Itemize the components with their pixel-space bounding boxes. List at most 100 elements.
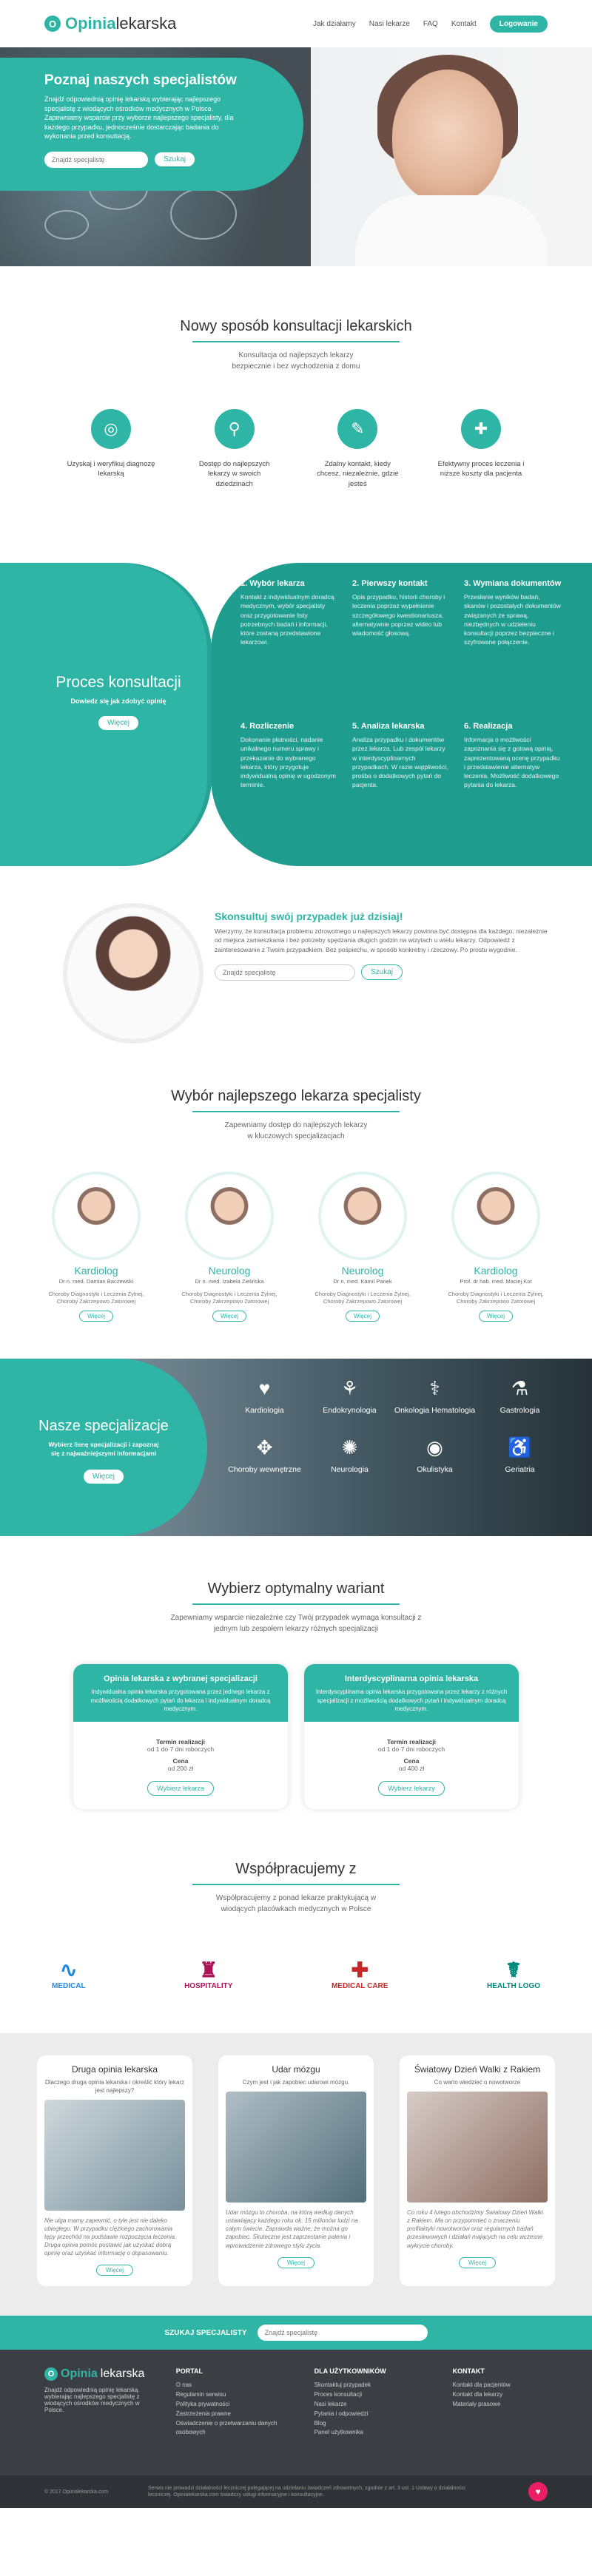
partner-logo[interactable]: ✚ MEDICAL CARE bbox=[332, 1958, 388, 1990]
variants-subtitle: Zapewniamy wsparcie niezależnie czy Twój… bbox=[170, 1614, 422, 1634]
footer-link[interactable]: Proces konsultacji bbox=[314, 2390, 423, 2400]
specialization-gastrology[interactable]: ⚗ Gastrologia bbox=[477, 1373, 562, 1415]
title-underline bbox=[192, 1883, 400, 1885]
consult-text: Wierzymy, że konsultacja problemu zdrowo… bbox=[215, 927, 548, 953]
consult-search-input[interactable] bbox=[215, 964, 355, 981]
footer-logo[interactable]: O Opinia lekarska bbox=[44, 2367, 147, 2381]
intro-subtitle: Konsultacja od najlepszych lekarzy bezpi… bbox=[232, 351, 360, 371]
footer-link[interactable]: Blog bbox=[314, 2419, 423, 2429]
doctor-photo bbox=[451, 1171, 540, 1260]
specializations-title: Nasze specjalizacje bbox=[38, 1418, 169, 1435]
hero-search-input[interactable] bbox=[44, 151, 148, 168]
footer-portal: PORTAL O nas Regulamin serwisu Polityka … bbox=[176, 2367, 285, 2458]
doctor-specialty: Kardiolog bbox=[474, 1264, 518, 1277]
pulse-icon: ∿ bbox=[60, 1958, 78, 1981]
article-more-button[interactable]: Więcej bbox=[277, 2256, 314, 2268]
specializations-grid: ♥ Kardiologia ⚘ Endokrynologia ⚕ Onkologia … bbox=[222, 1373, 562, 1474]
building-icon: ♜ bbox=[199, 1958, 218, 1981]
specialization-endocrinology[interactable]: ⚘ Endokrynologia bbox=[307, 1373, 392, 1415]
specialization-ophthalmology[interactable]: ◉ Okulistyka bbox=[392, 1433, 477, 1474]
nav-link-contact[interactable]: Kontakt bbox=[451, 20, 477, 28]
nav-link-how-it-works[interactable]: Jak działamy bbox=[313, 20, 356, 28]
doctor-more-button[interactable]: Więcej bbox=[345, 1311, 380, 1322]
doctor-card: Neurolog Dr n. med. Izabela Zielińska Ch… bbox=[178, 1171, 281, 1322]
article-title[interactable]: Udar mózgu bbox=[226, 2064, 366, 2075]
footer-link[interactable]: Skontaktuj przypadek bbox=[314, 2381, 423, 2390]
footer-link[interactable]: Panel użytkownika bbox=[314, 2428, 423, 2438]
nav-link-faq[interactable]: FAQ bbox=[423, 20, 438, 28]
doctor-name: Dr n. med. Damian Baczewski bbox=[58, 1277, 134, 1285]
logo-text-bold: Opinia bbox=[65, 14, 116, 33]
process-steps: 1. Wybór lekarza Kontakt z indywidualnym … bbox=[211, 562, 592, 866]
doctor-card: Kardiolog Prof. dr hab. med. Maciej Kot … bbox=[444, 1171, 548, 1322]
specialization-geriatrics[interactable]: ♿ Geriatria bbox=[477, 1433, 562, 1474]
heart-icon[interactable]: ♥ bbox=[528, 2482, 548, 2502]
intro-title: Nowy sposób konsultacji lekarskich bbox=[180, 318, 412, 334]
choose-doctors-button[interactable]: Wybierz lekarzy bbox=[378, 1780, 445, 1796]
nav-link-doctors[interactable]: Nasi lekarze bbox=[369, 20, 410, 28]
doctor-photo bbox=[318, 1171, 407, 1260]
doctor-more-button[interactable]: Więcej bbox=[212, 1311, 246, 1322]
footer-link[interactable]: O nas bbox=[176, 2381, 285, 2390]
footer-link[interactable]: Polityka prywatności bbox=[176, 2400, 285, 2410]
specializations-more-button[interactable]: Więcej bbox=[82, 1469, 124, 1485]
feature-label: Efektywny proces leczenia i niższe koszt… bbox=[437, 460, 525, 479]
hero-section: Poznaj naszych specjalistów Znajdź odpow… bbox=[0, 47, 592, 266]
process-step: 4. Rozliczenie Dokonanie płatności, nadan… bbox=[240, 721, 336, 789]
footer-link[interactable]: Pytania i odpowiedzi bbox=[314, 2410, 423, 2419]
doctor-more-button[interactable]: Więcej bbox=[478, 1311, 513, 1322]
article-image bbox=[44, 2099, 185, 2211]
hero-search-button[interactable]: Szukaj bbox=[154, 152, 196, 168]
hero-search: Szukaj bbox=[44, 151, 259, 168]
site-header: O Opinialekarska Jak działamy Nasi lekar… bbox=[0, 0, 592, 47]
choose-doctor-button[interactable]: Wybierz lekarza bbox=[147, 1780, 214, 1796]
specialization-cardiology[interactable]: ♥ Kardiologia bbox=[222, 1373, 307, 1415]
medicine-icon: ✚ bbox=[460, 409, 501, 449]
footer-link[interactable]: Regulamin serwisu bbox=[176, 2390, 285, 2400]
login-button[interactable]: Logowanie bbox=[489, 15, 548, 33]
lungs-icon: ✥ bbox=[256, 1436, 273, 1459]
partner-logo[interactable]: ☤ HEALTH LOGO bbox=[487, 1958, 540, 1990]
partner-logo[interactable]: ♜ HOSPITALITY bbox=[184, 1958, 232, 1990]
article-text: Co roku 4 lutego obchodzimy Światowy Dzi… bbox=[407, 2208, 543, 2249]
specialization-internal[interactable]: ✥ Choroby wewnętrzne bbox=[222, 1433, 307, 1474]
variant-price: od 200 zł bbox=[167, 1764, 194, 1772]
footer-link[interactable]: Oświadczenie o przetwarzaniu danych osob… bbox=[176, 2419, 285, 2438]
logo[interactable]: O Opinialekarska bbox=[44, 14, 176, 33]
specialization-neurology[interactable]: ✺ Neurologia bbox=[307, 1433, 392, 1474]
feature-label: Zdalny kontakt, kiedy chcesz, niezależni… bbox=[317, 460, 399, 488]
article-image bbox=[226, 2091, 366, 2203]
bottom-search-input[interactable] bbox=[257, 2325, 428, 2342]
process-step: 5. Analiza lekarska Analiza przypadku i d… bbox=[352, 721, 448, 789]
process-more-button[interactable]: Więcej bbox=[97, 714, 139, 731]
feature-diagnosis: ◎ Uzyskaj i weryfikuj diagnozę lekarską bbox=[67, 409, 155, 489]
partners-logos: ∿ MEDICAL ♜ HOSPITALITY ✚ MEDICAL CARE ☤ HEA… bbox=[0, 1944, 592, 2004]
variant-card-interdisciplinary: Interdyscyplinarna opinia lekarska Inter… bbox=[304, 1664, 519, 1809]
title-underline bbox=[192, 341, 400, 342]
footer-link[interactable]: Kontakt dla lekarzy bbox=[452, 2390, 548, 2400]
footer-link[interactable]: Zastrzeżenia prawne bbox=[176, 2410, 285, 2419]
article-more-button[interactable]: Więcej bbox=[95, 2265, 133, 2276]
consult-search: Szukaj bbox=[215, 964, 555, 981]
thyroid-icon: ⚘ bbox=[340, 1377, 359, 1400]
bottom-search-bar: SZUKAJ SPECJALISTY bbox=[0, 2316, 592, 2350]
partner-logo[interactable]: ∿ MEDICAL bbox=[52, 1958, 86, 1990]
hero-doctor-photo bbox=[355, 55, 548, 266]
article-lead: Co warto wiedzieć o nowotworze bbox=[434, 2078, 521, 2086]
article-title[interactable]: Druga opinia lekarska bbox=[44, 2064, 185, 2075]
article-card: Światowy Dzień Walki z Rakiem Co warto w… bbox=[400, 2055, 555, 2287]
doctor-specialty: Neurolog bbox=[341, 1264, 384, 1277]
document-icon: ✎ bbox=[337, 409, 378, 449]
specialization-oncology[interactable]: ⚕ Onkologia Hematologia bbox=[392, 1373, 477, 1415]
variants-cards: Opinia lekarska z wybranej specjalizacji… bbox=[0, 1664, 592, 1809]
consult-content: Skonsultuj swój przypadek już dzisiaj! W… bbox=[215, 910, 555, 981]
doctors-subtitle: Zapewniamy dostęp do najlepszych lekarzy… bbox=[224, 1120, 368, 1140]
article-more-button[interactable]: Więcej bbox=[458, 2256, 496, 2268]
doctor-more-button[interactable]: Więcej bbox=[78, 1311, 113, 1322]
stethoscope-icon: ◎ bbox=[91, 409, 131, 449]
footer-link[interactable]: Materiały prasowe bbox=[452, 2400, 548, 2410]
footer-link[interactable]: Kontakt dla pacjentów bbox=[452, 2381, 548, 2390]
article-title[interactable]: Światowy Dzień Walki z Rakiem bbox=[407, 2064, 548, 2075]
consult-search-button[interactable]: Szukaj bbox=[361, 964, 403, 981]
footer-link[interactable]: Nasi lekarze bbox=[314, 2400, 423, 2410]
